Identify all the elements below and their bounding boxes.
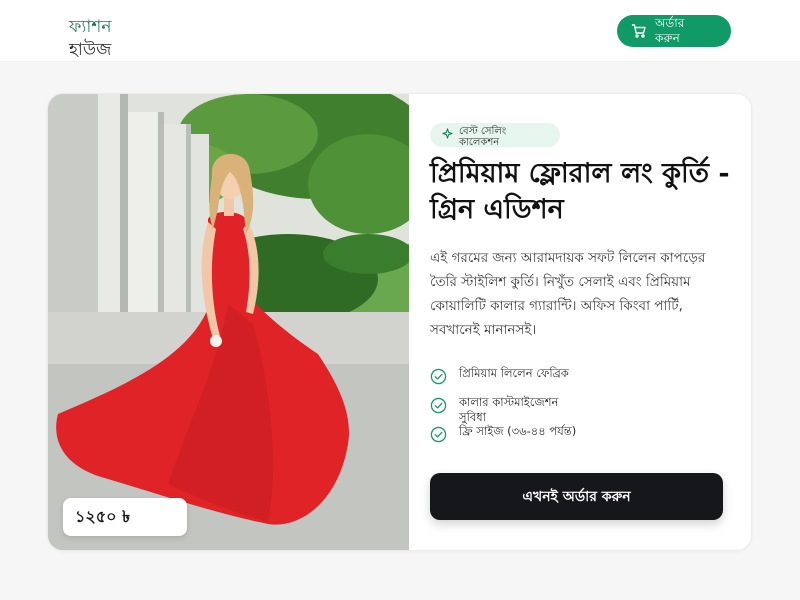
sparkle-icon — [442, 128, 453, 139]
feature-label: ফ্রি সাইজ (৩৬-৪৪ পর্যন্ত) — [459, 424, 577, 438]
cart-icon — [631, 24, 646, 38]
bestseller-badge: বেস্ট সেলিং কালেকশন — [430, 123, 560, 148]
badge-label: বেস্ট সেলিং কালেকশন — [459, 126, 507, 148]
check-circle-icon — [430, 397, 447, 414]
product-card: ১২৫০ ৳ বেস্ট সেলিং কালেকশন প্রিমিয়াম ফ্… — [47, 93, 752, 551]
feature-label: কালার কাস্টমাইজেশন সুবিধা — [459, 395, 559, 424]
header-order-label: অর্ডার করুন — [655, 16, 685, 45]
product-image: ১২৫০ ৳ — [48, 94, 409, 550]
check-circle-icon — [430, 426, 447, 443]
feature-label: প্রিমিয়াম লিলেন ফেব্রিক — [459, 366, 569, 380]
header-order-button[interactable]: অর্ডার করুন — [617, 15, 731, 47]
product-description: এই গরমের জন্য আরামদায়ক সফট লিলেন কাপড়ে… — [430, 250, 706, 338]
feature-item: কালার কাস্টমাইজেশন সুবিধা — [430, 395, 589, 425]
feature-item: প্রিমিয়াম লিলেন ফেব্রিক — [430, 366, 589, 385]
site-header: ফ্যাশন হাউজ অর্ডার করুন — [0, 0, 800, 62]
brand-name-line2: হাউজ — [69, 40, 112, 60]
red-dress-model-photo — [48, 94, 409, 550]
product-details: বেস্ট সেলিং কালেকশন প্রিমিয়াম ফ্লোরাল ল… — [430, 94, 740, 550]
brand-name-line1: ফ্যাশন — [69, 17, 112, 37]
price-tag: ১২৫০ ৳ — [63, 498, 187, 536]
feature-item: ফ্রি সাইজ (৩৬-৪৪ পর্যন্ত) — [430, 424, 589, 443]
check-circle-icon — [430, 368, 447, 385]
product-title: প্রিমিয়াম ফ্লোরাল লং কুর্তি - গ্রিন এডি… — [430, 158, 730, 225]
order-now-button[interactable]: এখনই অর্ডার করুন — [430, 473, 723, 520]
brand-logo[interactable]: ফ্যাশন হাউজ — [69, 16, 112, 62]
